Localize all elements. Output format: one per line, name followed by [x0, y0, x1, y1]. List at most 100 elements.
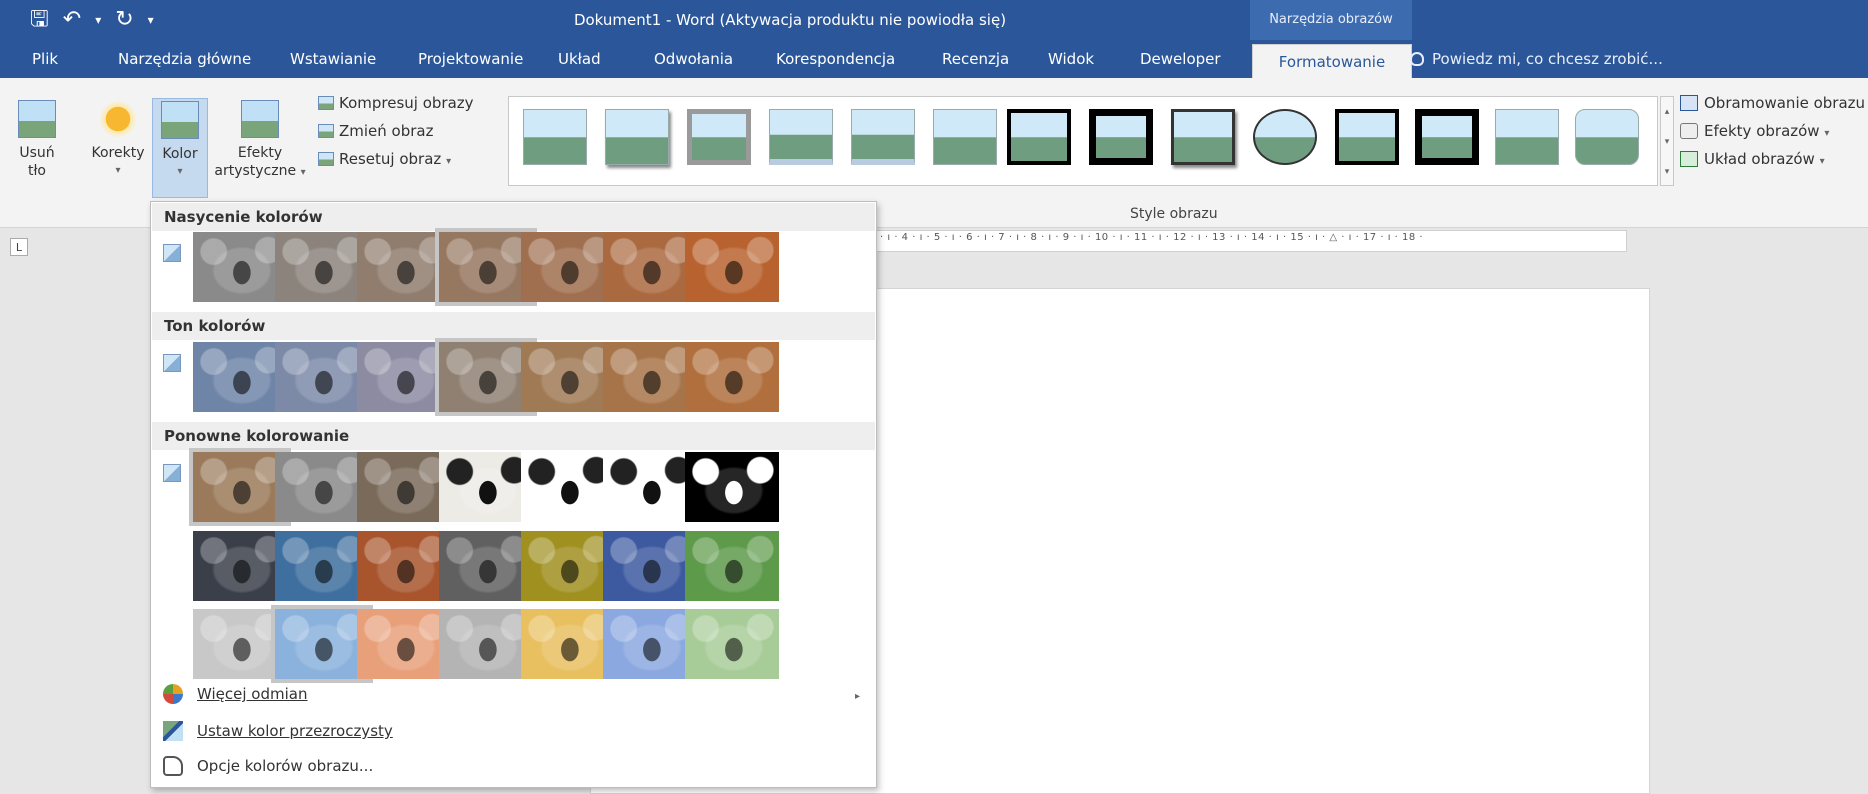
tab-file[interactable]: Plik — [32, 40, 58, 78]
color-variant-thumb[interactable] — [275, 342, 369, 412]
color-variant-thumb[interactable] — [685, 452, 779, 522]
picture-style-thumb[interactable] — [1007, 109, 1071, 165]
picture-style-thumb[interactable] — [1495, 109, 1559, 165]
tell-me-text: Powiedz mi, co chcesz zrobić... — [1432, 50, 1663, 68]
tab-home[interactable]: Narzędzia główne — [118, 40, 251, 78]
color-variant-thumb[interactable] — [685, 232, 779, 302]
remove-background-button[interactable]: Usuń tło — [14, 100, 60, 180]
lightbulb-icon — [1410, 52, 1424, 66]
reset-picture-icon — [318, 152, 334, 166]
word-window: 🖫 ↶ ▾ ↻ ▾ Dokument1 - Word (Aktywacja pr… — [0, 0, 1868, 794]
color-variant-thumb[interactable] — [357, 609, 451, 679]
quick-access-toolbar: 🖫 ↶ ▾ ↻ ▾ — [30, 6, 154, 34]
color-variant-thumb[interactable] — [521, 342, 615, 412]
redo-icon[interactable]: ↻ — [115, 6, 133, 34]
color-variant-thumb[interactable] — [439, 452, 533, 522]
picture-style-thumb[interactable] — [933, 109, 997, 165]
color-button[interactable]: Kolor ▾ — [152, 98, 208, 198]
picture-style-thumb[interactable] — [769, 109, 833, 165]
customize-qat-icon[interactable]: ▾ — [148, 6, 154, 34]
picture-style-thumb[interactable] — [851, 109, 915, 165]
picture-style-thumb[interactable] — [687, 109, 751, 165]
color-variant-thumb[interactable] — [521, 232, 615, 302]
color-variant-thumb[interactable] — [603, 342, 697, 412]
color-variant-thumb[interactable] — [685, 342, 779, 412]
picture-style-thumb[interactable] — [1089, 109, 1153, 165]
transparent-color-icon — [163, 721, 183, 741]
color-variant-thumb[interactable] — [603, 232, 697, 302]
undo-dropdown-icon[interactable]: ▾ — [95, 6, 101, 34]
gallery-scroll[interactable]: ▴ ▾ ▾ — [1660, 96, 1674, 186]
color-variant-thumb[interactable] — [193, 609, 287, 679]
picture-style-thumb[interactable] — [1253, 109, 1317, 165]
color-variant-thumb[interactable] — [357, 452, 451, 522]
layout-icon — [1680, 151, 1698, 167]
color-variant-thumb[interactable] — [435, 338, 537, 416]
sun-icon — [99, 100, 137, 138]
recolor-row-icon — [163, 464, 181, 482]
color-variant-thumb[interactable] — [439, 531, 533, 601]
color-variant-thumb[interactable] — [435, 228, 537, 306]
color-variant-thumb[interactable] — [275, 232, 369, 302]
color-variant-thumb[interactable] — [193, 531, 287, 601]
color-variant-thumb[interactable] — [685, 609, 779, 679]
color-variant-thumb[interactable] — [189, 448, 291, 526]
more-variations-item[interactable]: Więcej odmian — [163, 680, 308, 708]
undo-icon[interactable]: ↶ — [63, 6, 81, 34]
ribbon-tabs: Plik Narzędzia główne Wstawianie Projekt… — [0, 40, 1868, 78]
picture-border-button[interactable]: Obramowanie obrazu ▾ — [1680, 92, 1868, 117]
tab-insert[interactable]: Wstawianie — [290, 40, 376, 78]
color-variant-thumb[interactable] — [357, 232, 451, 302]
change-picture-button[interactable]: Zmień obraz — [318, 120, 434, 142]
picture-style-thumb[interactable] — [605, 109, 669, 165]
color-variant-thumb[interactable] — [193, 342, 287, 412]
color-variant-thumb[interactable] — [521, 531, 615, 601]
picture-style-thumb[interactable] — [1335, 109, 1399, 165]
color-variant-thumb[interactable] — [357, 531, 451, 601]
picture-style-thumb[interactable] — [1415, 109, 1479, 165]
tab-developer[interactable]: Deweloper — [1140, 40, 1221, 78]
tab-design[interactable]: Projektowanie — [418, 40, 523, 78]
saturation-header: Nasycenie kolorów — [152, 203, 875, 231]
color-variant-thumb[interactable] — [521, 609, 615, 679]
color-variant-thumb[interactable] — [603, 609, 697, 679]
color-variant-thumb[interactable] — [275, 531, 369, 601]
picture-layout-button[interactable]: Układ obrazów ▾ — [1680, 148, 1825, 173]
color-variant-thumb[interactable] — [357, 342, 451, 412]
tab-layout[interactable]: Układ — [558, 40, 601, 78]
tab-mailings[interactable]: Korespondencja — [776, 40, 895, 78]
color-variant-thumb[interactable] — [439, 609, 533, 679]
reset-picture-button[interactable]: Resetuj obraz ▾ — [318, 148, 451, 173]
color-dropdown-menu: Nasycenie kolorów Ton kolorów Ponowne ko… — [150, 201, 877, 788]
picture-style-thumb[interactable] — [1575, 109, 1639, 165]
color-variant-thumb[interactable] — [603, 452, 697, 522]
tab-view[interactable]: Widok — [1048, 40, 1094, 78]
artistic-effects-button[interactable]: Efekty artystyczne ▾ — [212, 100, 308, 182]
tab-format[interactable]: Formatowanie — [1252, 44, 1412, 78]
compress-pictures-button[interactable]: Kompresuj obrazy — [318, 92, 474, 114]
saturation-row-icon — [163, 244, 181, 262]
tell-me-search[interactable]: Powiedz mi, co chcesz zrobić... — [1410, 40, 1663, 78]
picture-style-thumb[interactable] — [1171, 109, 1235, 165]
color-variant-thumb[interactable] — [521, 452, 615, 522]
color-variant-thumb[interactable] — [271, 605, 373, 683]
color-variant-thumb[interactable] — [193, 232, 287, 302]
color-variant-thumb[interactable] — [275, 452, 369, 522]
corrections-button[interactable]: Korekty ▾ — [86, 100, 150, 180]
color-variant-thumb[interactable] — [603, 531, 697, 601]
title-bar: 🖫 ↶ ▾ ↻ ▾ Dokument1 - Word (Aktywacja pr… — [0, 0, 1868, 40]
tab-selector[interactable]: L — [10, 238, 28, 256]
compress-icon — [318, 96, 334, 110]
set-transparent-color-item[interactable]: Ustaw kolor przezroczysty — [163, 717, 393, 745]
tab-review[interactable]: Recenzja — [942, 40, 1009, 78]
window-title: Dokument1 - Word (Aktywacja produktu nie… — [573, 11, 1007, 29]
picture-color-options-item[interactable]: Opcje kolorów obrazu... — [163, 752, 373, 780]
picture-effects-button[interactable]: Efekty obrazów ▾ — [1680, 120, 1829, 145]
save-icon[interactable]: 🖫 — [30, 6, 49, 34]
picture-tools-context-label: Narzędzia obrazów — [1250, 0, 1412, 40]
color-label: Kolor — [162, 146, 198, 162]
tab-references[interactable]: Odwołania — [654, 40, 733, 78]
tone-row-icon — [163, 354, 181, 372]
picture-style-thumb[interactable] — [523, 109, 587, 165]
color-variant-thumb[interactable] — [685, 531, 779, 601]
